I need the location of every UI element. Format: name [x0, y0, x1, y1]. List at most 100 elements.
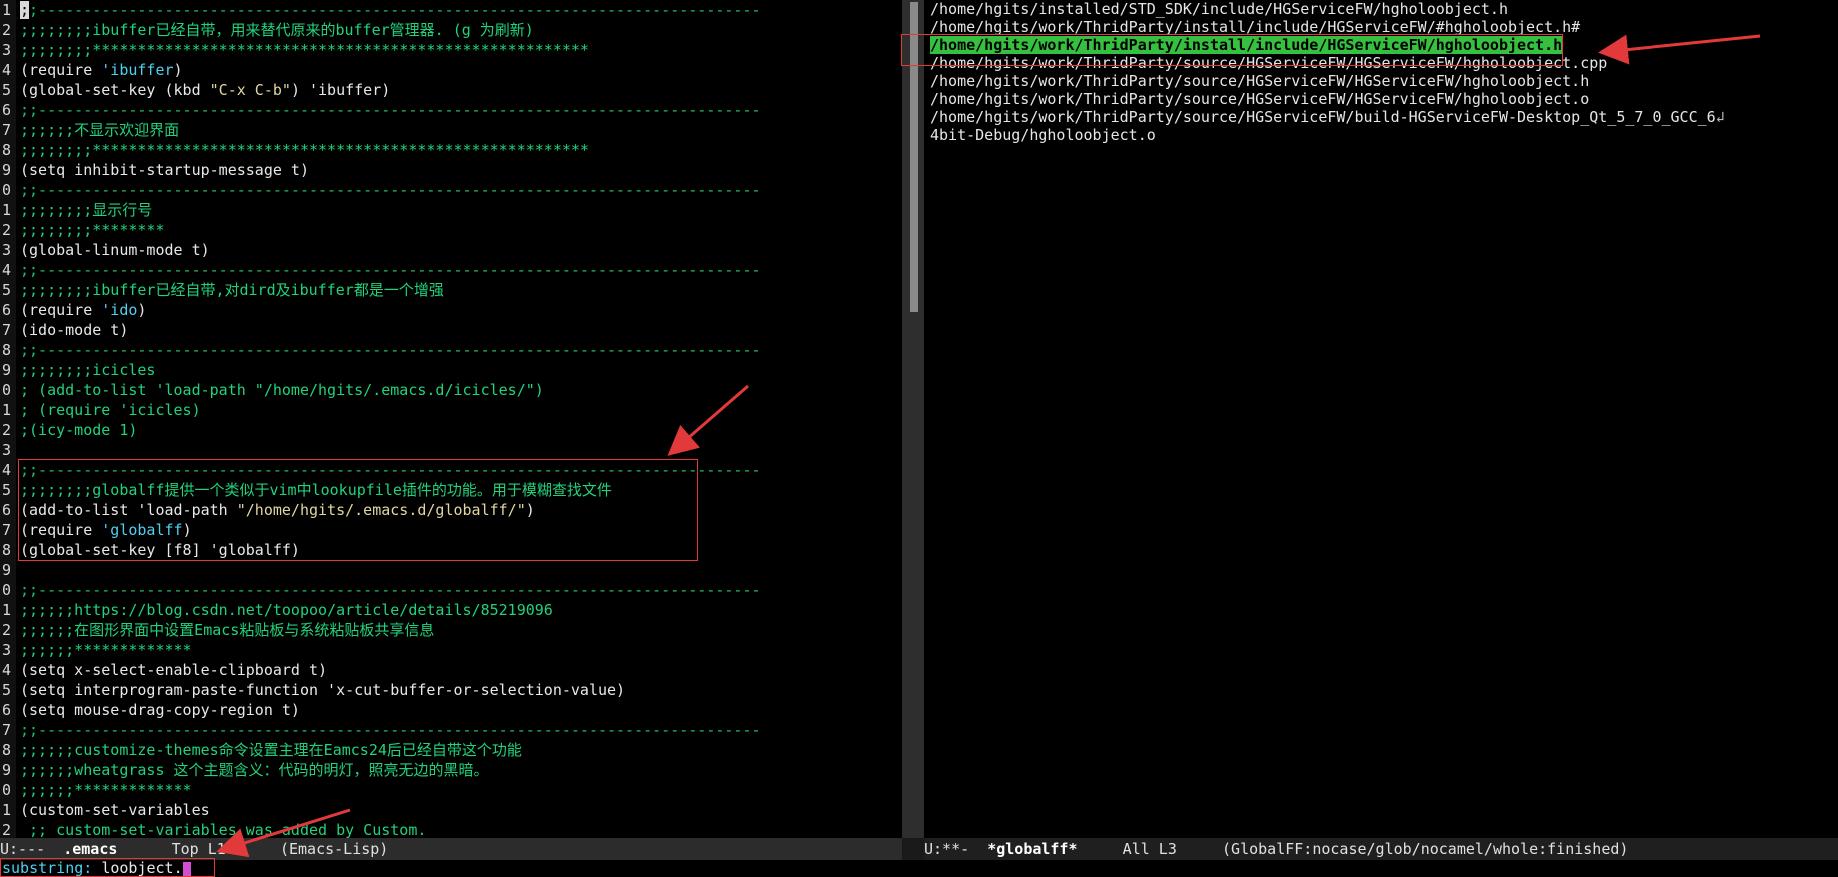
globalff-results-pane[interactable]: /home/hgits/installed/STD_SDK/include/HG…	[924, 0, 1838, 838]
code-line[interactable]: 0; (add-to-list 'load-path "/home/hgits/…	[0, 380, 902, 400]
code-line[interactable]: 1 ;;;;;;;;显示行号	[0, 200, 902, 220]
line-number: 1	[0, 0, 16, 20]
code-token: ;;;;;;;;ibuffer已经自带,对dird及ibuffer都是一个增强	[20, 281, 444, 299]
code-token: (global-linum-mode t)	[20, 241, 210, 259]
code-line[interactable]: 8 ;;-------------------------------------…	[0, 340, 902, 360]
code-line[interactable]: 4 ;;-------------------------------------…	[0, 460, 902, 480]
code-token: ;;;;;;https://blog.csdn.net/toopoo/artic…	[20, 601, 553, 619]
code-lines: 1 ;;-------------------------------------…	[0, 0, 902, 838]
code-line[interactable]: 2 ;(icy-mode 1)	[0, 420, 902, 440]
line-number: 9	[0, 360, 16, 380]
code-line[interactable]: 5 (setq interprogram-paste-function 'x-cu…	[0, 680, 902, 700]
code-token: ;;--------------------------------------…	[20, 181, 761, 199]
mode-line-major-mode[interactable]: (Emacs-Lisp)	[271, 840, 388, 858]
file-path: /home/hgits/work/ThridParty/source/HGSer…	[930, 54, 1608, 72]
file-result-item[interactable]: /home/hgits/work/ThridParty/source/HGSer…	[924, 90, 1838, 108]
file-result-item[interactable]: /home/hgits/work/ThridParty/source/HGSer…	[924, 54, 1838, 72]
file-path: /home/hgits/installed/STD_SDK/include/HG…	[930, 0, 1508, 18]
code-token: (setq interprogram-paste-function 'x-cut…	[20, 681, 626, 699]
file-result-item[interactable]: /home/hgits/work/ThridParty/install/incl…	[924, 18, 1838, 36]
code-line[interactable]: 1 ;;-------------------------------------…	[0, 0, 902, 20]
code-line[interactable]: 3 (global-linum-mode t)	[0, 240, 902, 260]
code-line[interactable]: 1; (require 'icicles)	[0, 400, 902, 420]
code-token: 'globalff	[101, 521, 183, 539]
mode-line-position: Top L1	[117, 840, 271, 858]
file-path: /home/hgits/work/ThridParty/install/incl…	[930, 36, 1563, 54]
code-line[interactable]: 8 ;;;;;;;;*******************************…	[0, 140, 902, 160]
mode-line-status: U:---	[0, 840, 64, 858]
minibuffer-input[interactable]: loobject.	[101, 859, 182, 877]
point-cursor: ;	[20, 1, 30, 19]
code-token: ;---------------------------------------…	[29, 1, 761, 19]
code-line[interactable]: 4 (setq x-select-enable-clipboard t)	[0, 660, 902, 680]
code-line[interactable]: 8 ;;;;;;customize-themes命令设置主理在Eamcs24后已经…	[0, 740, 902, 760]
line-number: 1	[0, 400, 16, 420]
code-line[interactable]: 2 ;;;;;;;;********	[0, 220, 902, 240]
code-line[interactable]: 1 ;;;;;;https://blog.csdn.net/toopoo/arti…	[0, 600, 902, 620]
code-line[interactable]: 6 ;;-------------------------------------…	[0, 100, 902, 120]
line-number: 0	[0, 780, 16, 800]
code-line[interactable]: 7 (ido-mode t)	[0, 320, 902, 340]
code-token: ;;;;;;;;globalff提供一个类似于vim中lookupfile插件的…	[20, 481, 612, 499]
line-number: 5	[0, 280, 16, 300]
code-line[interactable]: 6 (require 'ido)	[0, 300, 902, 320]
code-token: (global-set-key [f8] 'globalff)	[20, 541, 300, 559]
file-result-item[interactable]: /home/hgits/work/ThridParty/source/HGSer…	[924, 72, 1838, 90]
code-line[interactable]: 0 ;;-------------------------------------…	[0, 580, 902, 600]
code-line[interactable]: 9 ;;;;;;;;icicles	[0, 360, 902, 380]
code-line[interactable]: 2 ;; custom-set-variables was added by C…	[0, 820, 902, 838]
code-line[interactable]: 7 ;;;;;;不显示欢迎界面	[0, 120, 902, 140]
code-line[interactable]: 2 ;;;;;;;;ibuffer已经自带，用来替代原来的buffer管理器. (…	[0, 20, 902, 40]
line-number: 1	[0, 600, 16, 620]
file-result-item[interactable]: /home/hgits/work/ThridParty/source/HGSer…	[924, 108, 1838, 126]
code-line[interactable]: 8 (global-set-key [f8] 'globalff)	[0, 540, 902, 560]
code-token: ;;;;;;;;显示行号	[20, 201, 153, 219]
code-token: ;;;;;;;;********************************…	[20, 141, 589, 159]
line-number: 7	[0, 320, 16, 340]
code-token: (add-to-list 'load-path	[20, 501, 237, 519]
file-result-item[interactable]: /home/hgits/installed/STD_SDK/include/HG…	[924, 0, 1838, 18]
code-token: (require	[20, 61, 102, 79]
minibuffer[interactable]: substring: loobject.	[0, 860, 1838, 876]
line-number: 0	[0, 580, 16, 600]
code-line[interactable]: 5 ;;;;;;;;globalff提供一个类似于vim中lookupfile插件…	[0, 480, 902, 500]
scrollbar-thumb[interactable]	[910, 2, 918, 312]
code-line[interactable]: 3 ;;;;;;;;*******************************…	[0, 40, 902, 60]
mode-line-buffer-name[interactable]: *globalff*	[987, 840, 1077, 858]
code-token: ;;;;;;在图形界面中设置Emacs粘贴板与系统粘贴板共享信息	[20, 621, 435, 639]
code-line[interactable]: 7 (require 'globalff)	[0, 520, 902, 540]
mode-line-buffer-name[interactable]: .emacs	[63, 840, 117, 858]
file-path: /home/hgits/work/ThridParty/source/HGSer…	[930, 72, 1590, 90]
line-number: 5	[0, 480, 16, 500]
code-line[interactable]: 0 ;;-------------------------------------…	[0, 180, 902, 200]
code-token: ; (require 'icicles)	[20, 401, 201, 419]
line-number: 5	[0, 680, 16, 700]
file-result-selected[interactable]: /home/hgits/work/ThridParty/install/incl…	[924, 36, 1838, 54]
line-number: 1	[0, 800, 16, 820]
emacs-buffer-pane[interactable]: 1 ;;-------------------------------------…	[0, 0, 902, 838]
code-line[interactable]: 6 (add-to-list 'load-path "/home/hgits/.e…	[0, 500, 902, 520]
code-line[interactable]: 9	[0, 560, 902, 580]
code-line[interactable]: 6 (setq mouse-drag-copy-region t)	[0, 700, 902, 720]
code-token: )	[525, 501, 535, 519]
code-token: ;;--------------------------------------…	[20, 581, 761, 599]
code-line[interactable]: 1 (custom-set-variables	[0, 800, 902, 820]
code-line[interactable]: 7 ;;-------------------------------------…	[0, 720, 902, 740]
code-line[interactable]: 4 (require 'ibuffer)	[0, 60, 902, 80]
code-line[interactable]: 5 (global-set-key (kbd "C-x C-b") 'ibuffe…	[0, 80, 902, 100]
code-line[interactable]: 4 ;;-------------------------------------…	[0, 260, 902, 280]
code-token: 'ibuffer	[101, 61, 174, 79]
mode-line-major-mode[interactable]: (GlobalFF:nocase/glob/nocamel/whole:fini…	[1222, 840, 1628, 858]
code-token: ;;;;;;;;icicles	[20, 361, 156, 379]
code-line[interactable]: 9 ;;;;;;wheatgrass 这个主题含义：代码的明灯，照亮无边的黑暗。	[0, 760, 902, 780]
code-token: (setq mouse-drag-copy-region t)	[20, 701, 300, 719]
code-line[interactable]: 5 ;;;;;;;;ibuffer已经自带,对dird及ibuffer都是一个增强	[0, 280, 902, 300]
line-number: 0	[0, 380, 16, 400]
file-result-item[interactable]: 4bit-Debug/hgholoobject.o	[924, 126, 1838, 144]
code-line[interactable]: 3 ;;;;;;*************	[0, 640, 902, 660]
code-line[interactable]: 9 (setq inhibit-startup-message t)	[0, 160, 902, 180]
code-line[interactable]: 0 ;;;;;;*************	[0, 780, 902, 800]
code-line[interactable]: 3	[0, 440, 902, 460]
line-number: 4	[0, 460, 16, 480]
code-line[interactable]: 2 ;;;;;;在图形界面中设置Emacs粘贴板与系统粘贴板共享信息	[0, 620, 902, 640]
